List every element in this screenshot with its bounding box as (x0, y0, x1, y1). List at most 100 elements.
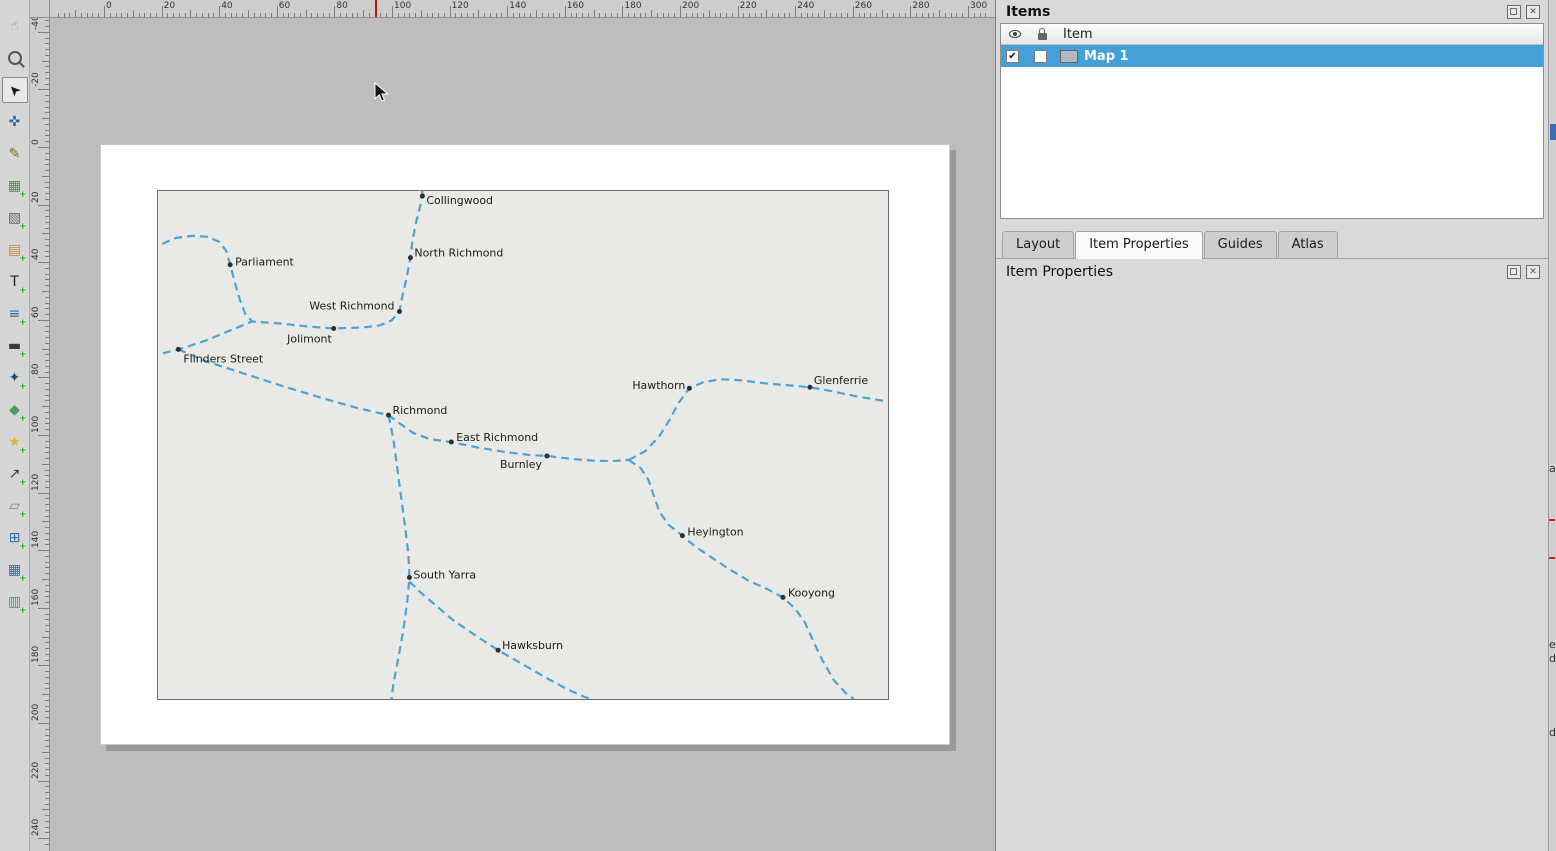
v-ruler-label: 180 (31, 646, 41, 663)
select-move-item-tool[interactable]: ➤ (2, 77, 28, 103)
item-properties-float-button[interactable] (1507, 265, 1521, 279)
items-panel-titlebar: Items (996, 0, 1548, 23)
edge-red-mark (1549, 557, 1555, 559)
item-column-header: Item (1063, 27, 1093, 42)
station-dot (331, 326, 336, 331)
tab-layout[interactable]: Layout (1002, 231, 1074, 258)
add-plus-badge: + (19, 254, 27, 264)
mouse-cursor (374, 82, 389, 103)
h-ruler-label: 20 (164, 1, 175, 11)
add-html-tool[interactable]: ⊞+ (2, 525, 28, 551)
station-label: Kooyong (788, 586, 835, 599)
station-label: South Yarra (413, 568, 476, 581)
item-properties-title: Item Properties (1006, 264, 1113, 280)
items-panel-title: Items (1006, 4, 1050, 20)
move-content-icon: ✜ (9, 115, 21, 129)
add-picture-tool[interactable]: ▤+ (2, 237, 28, 263)
vertical-ruler: -40-20020406080100120140160180200220240 (30, 18, 50, 851)
item-properties-close-button[interactable] (1526, 265, 1540, 279)
ruler-corner (30, 0, 50, 18)
add-legend-tool[interactable]: ≡+ (2, 301, 28, 327)
station-label: Collingwood (426, 194, 493, 207)
station-dot (407, 575, 412, 580)
station-dot (449, 440, 454, 445)
v-ruler-label: 140 (31, 531, 41, 548)
visibility-eye-icon (1009, 30, 1021, 38)
station-label: Parliament (235, 256, 294, 269)
add-fixed-table-tool[interactable]: ▥+ (2, 589, 28, 615)
h-ruler-label: 200 (682, 1, 699, 11)
items-panel-close-button[interactable] (1526, 5, 1540, 19)
add-plus-badge: + (19, 542, 27, 552)
items-tree: Item ✔ Map 1 (1000, 23, 1544, 219)
tab-atlas[interactable]: Atlas (1278, 231, 1338, 258)
railway-line (162, 191, 422, 353)
layout-canvas[interactable]: CollingwoodNorth RichmondParliamentWest … (50, 18, 995, 851)
cursor-position-marker (375, 0, 377, 17)
station-label: Burnley (500, 458, 542, 471)
add-node-item-tool[interactable]: ▱+ (2, 493, 28, 519)
station-label: Richmond (393, 404, 448, 417)
dock-tabbar: LayoutItem PropertiesGuidesAtlas (996, 230, 1548, 259)
add-3d-map-tool[interactable]: ▧+ (2, 205, 28, 231)
railway-line (389, 415, 410, 699)
v-ruler-label: 240 (31, 819, 41, 836)
horizontal-ruler: 0204060801001201401601802002202402602803… (30, 0, 995, 18)
item-properties-body (996, 284, 1548, 851)
add-attribute-table-tool[interactable]: ▦+ (2, 557, 28, 583)
station-dot (680, 533, 685, 538)
add-plus-badge: + (19, 382, 27, 392)
v-ruler-label: 220 (31, 761, 41, 778)
tab-item-properties[interactable]: Item Properties (1075, 231, 1202, 259)
add-plus-badge: + (19, 190, 27, 200)
edge-red-mark (1549, 519, 1555, 521)
h-ruler-label: 280 (912, 1, 929, 11)
items-panel-float-button[interactable] (1507, 5, 1521, 19)
station-label: Hawthorn (632, 379, 685, 392)
add-shape-tool[interactable]: ◆+ (2, 397, 28, 423)
add-plus-badge: + (19, 414, 27, 424)
station-dot (386, 413, 391, 418)
railway-line (629, 460, 854, 699)
h-ruler-label: 160 (567, 1, 584, 11)
add-plus-badge: + (19, 350, 27, 360)
h-ruler-label: 240 (797, 1, 814, 11)
station-label: East Richmond (456, 431, 538, 444)
add-scalebar-tool[interactable]: ▬+ (2, 333, 28, 359)
railway-line (409, 581, 590, 699)
station-label: West Richmond (309, 300, 394, 313)
h-ruler-label: 60 (279, 1, 290, 11)
add-plus-badge: + (19, 478, 27, 488)
cursor-arrow-icon: ➤ (5, 81, 23, 99)
zoom-tool[interactable] (2, 45, 28, 71)
right-edge-strip: ayeddd (1548, 0, 1556, 851)
station-dot (687, 386, 692, 391)
visibility-checkbox[interactable]: ✔ (1006, 50, 1019, 63)
lock-checkbox[interactable] (1034, 50, 1047, 63)
add-plus-badge: + (19, 606, 27, 616)
station-label: Glenferrie (814, 374, 869, 387)
v-ruler-label: 200 (31, 704, 41, 721)
map-item-map1[interactable]: CollingwoodNorth RichmondParliamentWest … (157, 190, 889, 700)
pan-tool[interactable]: ☝ (2, 13, 28, 39)
station-dot (544, 453, 549, 458)
move-item-content-tool[interactable]: ✜ (2, 109, 28, 135)
add-arrow-tool[interactable]: ↗+ (2, 461, 28, 487)
station-dot (496, 648, 501, 653)
add-map-tool[interactable]: ▦+ (2, 173, 28, 199)
h-ruler-label: 220 (740, 1, 757, 11)
tab-guides[interactable]: Guides (1204, 231, 1277, 258)
edge-blue-fragment (1550, 124, 1556, 140)
station-label: Hawksburn (502, 639, 563, 652)
h-ruler-label: 40 (221, 1, 232, 11)
add-north-arrow-tool[interactable]: ✦+ (2, 365, 28, 391)
railway-map-svg: CollingwoodNorth RichmondParliamentWest … (158, 191, 888, 699)
items-row-map1[interactable]: ✔ Map 1 (1001, 45, 1543, 67)
add-label-tool[interactable]: T+ (2, 269, 28, 295)
station-dot (780, 595, 785, 600)
edit-nodes-item-tool[interactable]: ✎ (2, 141, 28, 167)
pan-hand-icon: ☝ (10, 19, 19, 33)
add-marker-tool[interactable]: ★+ (2, 429, 28, 455)
text-label-icon: T (10, 275, 19, 289)
layout-page[interactable]: CollingwoodNorth RichmondParliamentWest … (100, 144, 950, 745)
